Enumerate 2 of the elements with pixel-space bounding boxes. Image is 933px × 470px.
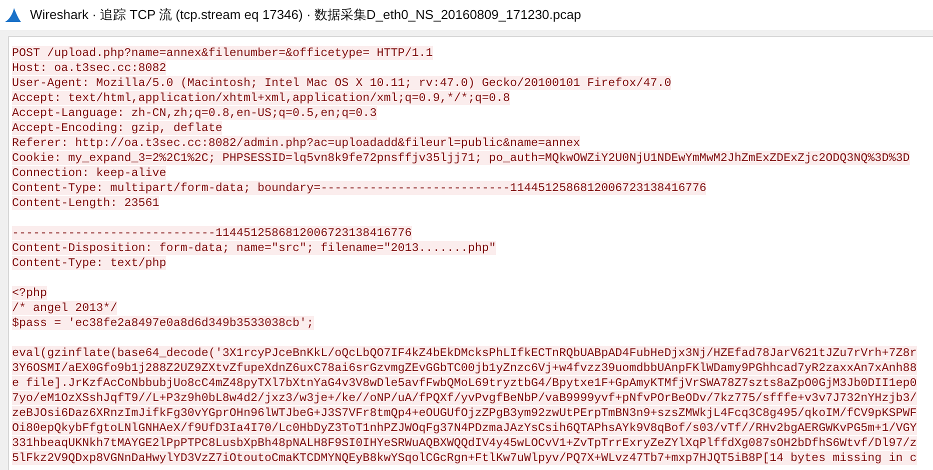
- window-title: Wireshark · 追踪 TCP 流 (tcp.stream eq 17346) · 数据采集D_eth0_NS_20160809_171230.pcap: [30, 6, 582, 24]
- shark-fin-icon: [4, 7, 22, 23]
